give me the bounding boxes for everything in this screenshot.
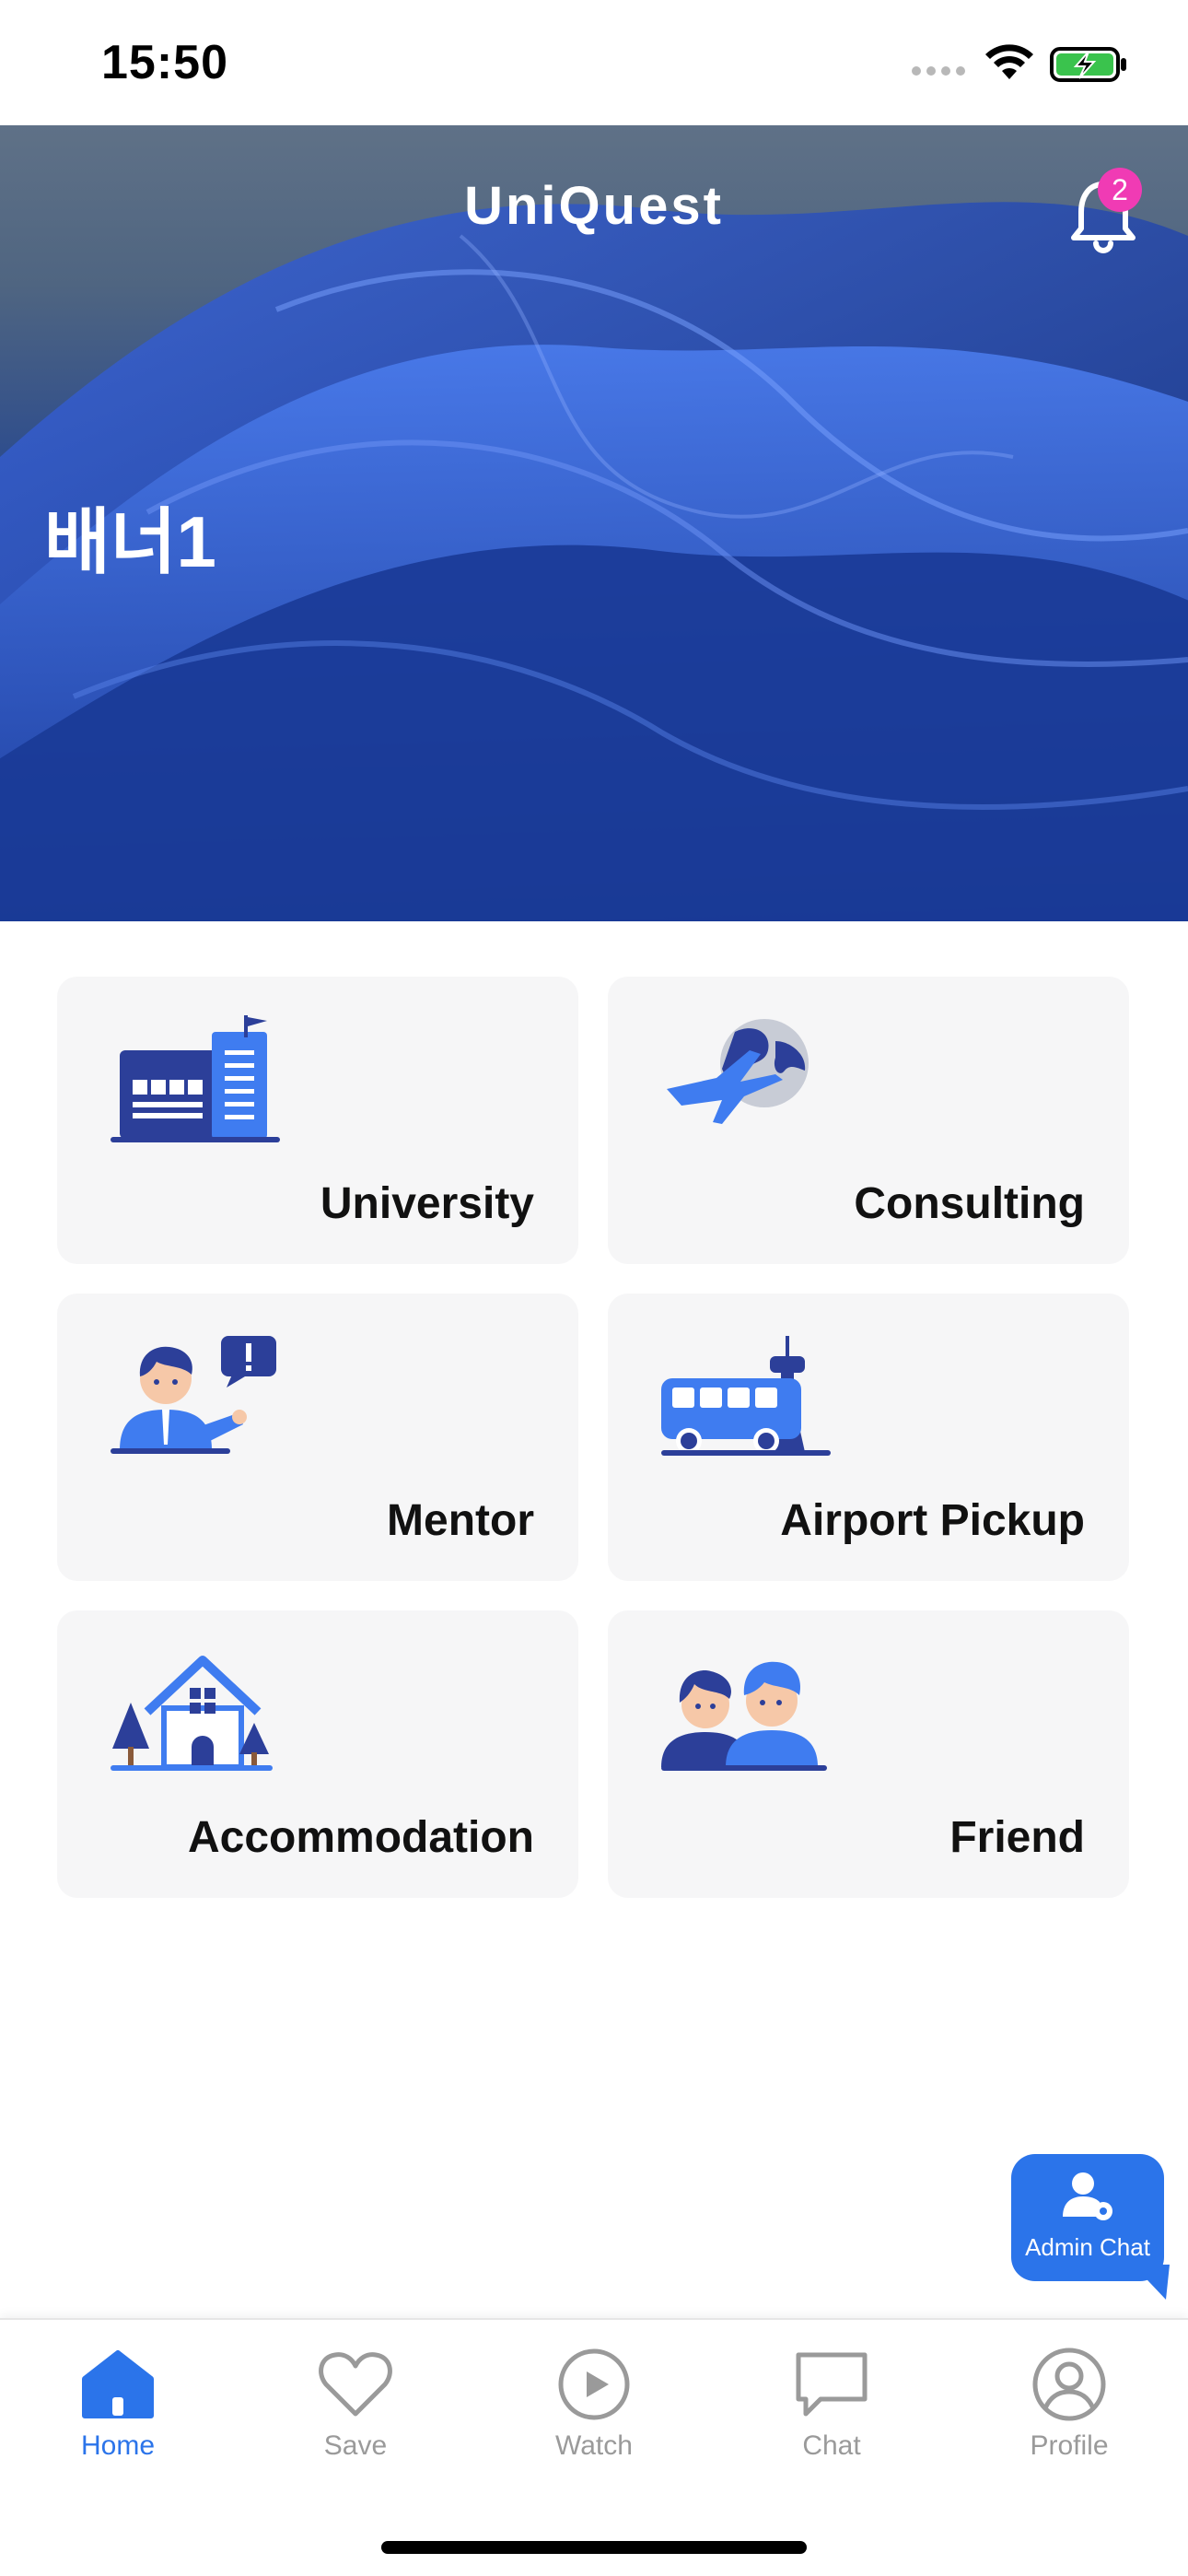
card-accommodation[interactable]: Accommodation [57, 1610, 578, 1898]
card-label: Mentor [387, 1496, 534, 1545]
banner-label: 배너1 [44, 501, 216, 582]
notification-badge: 2 [1098, 168, 1142, 212]
card-consulting[interactable]: Consulting [608, 977, 1129, 1264]
card-friend[interactable]: Friend [608, 1610, 1129, 1898]
heart-icon [319, 2352, 392, 2417]
friends-icon [661, 1661, 827, 1771]
tab-label: Save [323, 2430, 388, 2461]
chat-tail-shape [1133, 2265, 1170, 2300]
cellular-signal-icon [912, 66, 965, 76]
promo-banner[interactable]: UniQuest 2 배너1 [0, 125, 1188, 921]
battery-charging-icon [1050, 47, 1126, 82]
card-university[interactable]: University [57, 977, 578, 1264]
card-label: Accommodation [187, 1813, 534, 1862]
university-building-icon [111, 1015, 280, 1142]
status-bar: 15:50 [0, 0, 1188, 125]
card-label: Friend [949, 1813, 1085, 1862]
card-label: Airport Pickup [780, 1496, 1085, 1545]
airplane-globe-icon [667, 1019, 809, 1124]
app-title: UniQuest [464, 176, 724, 236]
card-label: University [320, 1179, 534, 1228]
tab-home[interactable]: Home [26, 2346, 210, 2475]
home-icon [82, 2350, 154, 2418]
bus-airport-icon [661, 1336, 831, 1456]
chat-bubble-icon [796, 2352, 868, 2417]
house-icon [111, 1656, 273, 1771]
tab-chat[interactable]: Chat [740, 2346, 924, 2475]
tab-profile[interactable]: Profile [977, 2346, 1161, 2475]
tab-watch[interactable]: Watch [502, 2346, 686, 2475]
status-time: 15:50 [101, 36, 228, 89]
home-indicator[interactable] [381, 2541, 807, 2554]
card-label: Consulting [854, 1179, 1085, 1228]
tab-save[interactable]: Save [263, 2346, 448, 2475]
mentor-person-icon [111, 1336, 276, 1454]
tab-label: Watch [555, 2430, 633, 2461]
bottom-tab-bar: Home Save Watch Chat Profile [0, 2318, 1188, 2478]
wifi-icon [985, 44, 1033, 79]
tab-label: Profile [1030, 2430, 1109, 2461]
play-icon [558, 2348, 630, 2420]
card-airport-pickup[interactable]: Airport Pickup [608, 1294, 1129, 1581]
tab-label: Chat [802, 2430, 861, 2461]
admin-person-gear-icon [1063, 2172, 1112, 2220]
card-mentor[interactable]: Mentor [57, 1294, 578, 1581]
admin-chat-label: Admin Chat [1025, 2233, 1150, 2261]
home-indicator-area [0, 2478, 1188, 2576]
admin-chat-button[interactable]: Admin Chat [1011, 2154, 1170, 2300]
profile-icon [1032, 2348, 1106, 2421]
tab-label: Home [80, 2430, 156, 2461]
